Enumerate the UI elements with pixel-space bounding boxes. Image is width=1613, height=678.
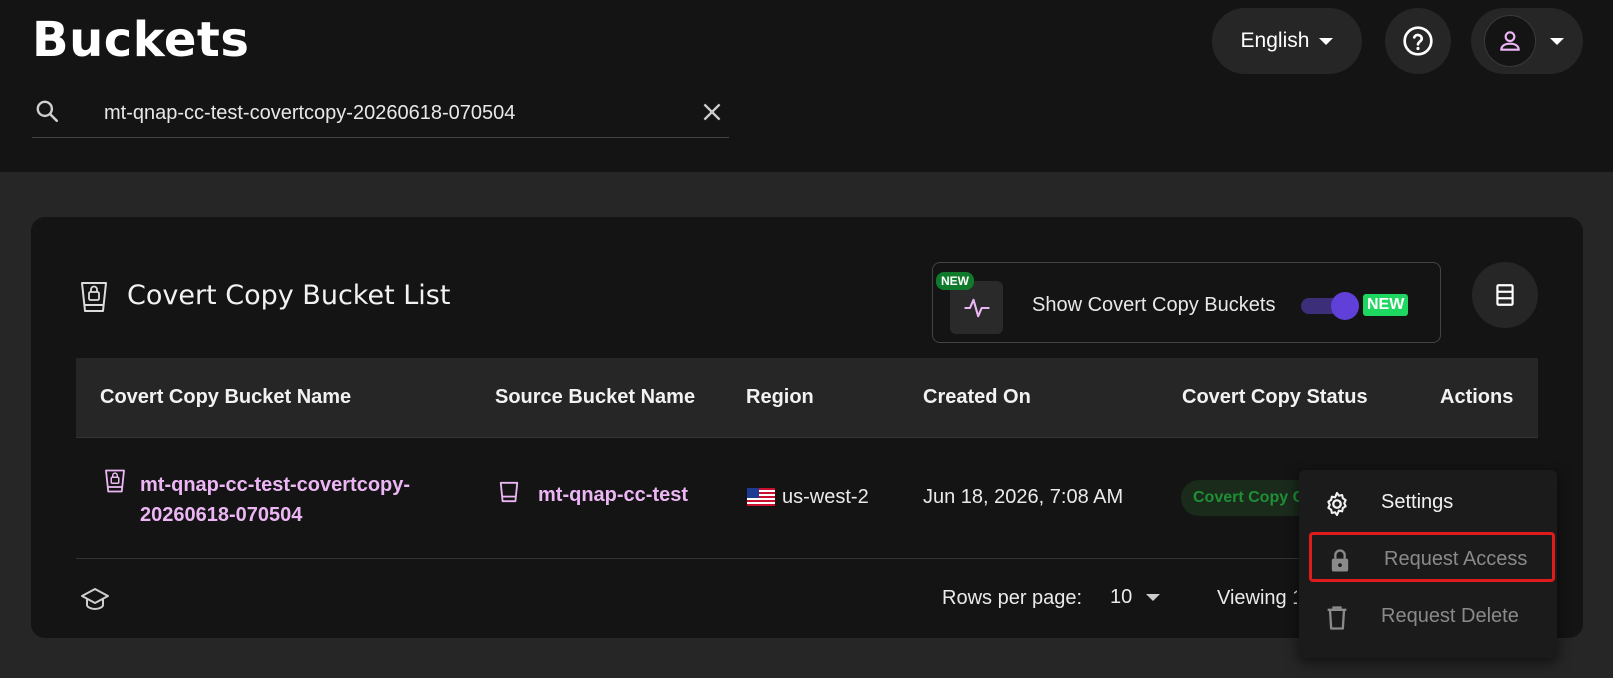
column-header[interactable]: Source Bucket Name [495,386,695,409]
user-menu-button[interactable] [1471,8,1583,74]
bucket-icon [499,481,519,503]
help-circle-icon [1403,26,1433,56]
new-tag: NEW [1363,294,1409,316]
toggle-label: Show Covert Copy Buckets [1032,294,1276,316]
column-header[interactable]: Region [746,386,814,409]
region-cell: us-west-2 [782,486,869,508]
search-icon [36,100,59,123]
chevron-down-icon [1146,594,1161,601]
gear-icon [1327,491,1347,517]
graduation-cap-icon[interactable] [80,586,110,612]
search-input[interactable]: mt-qnap-cc-test-covertcopy-20260618-0705… [104,102,515,125]
chevron-down-icon [1550,37,1564,45]
lock-icon [1331,549,1349,572]
rows-per-page-label: Rows per page: [942,587,1083,609]
covert-copy-toggle-panel: NEW Show Covert Copy Buckets NEW [932,262,1441,343]
columns-icon [1496,284,1514,306]
locked-bucket-icon [81,282,107,312]
menu-item-request-access[interactable]: Request Access [1309,532,1555,582]
chevron-down-icon [1319,37,1334,45]
table-header: Covert Copy Bucket Name Source Bucket Na… [76,358,1538,438]
search-bar[interactable]: mt-qnap-cc-test-covertcopy-20260618-0705… [32,88,729,138]
menu-item-label: Request Delete [1381,605,1519,627]
trash-icon [1327,606,1347,630]
page-title: Buckets [32,12,250,68]
us-flag-icon [747,488,775,506]
column-header[interactable]: Created On [923,386,1031,409]
column-header[interactable]: Covert Copy Status [1182,386,1368,409]
language-selector[interactable]: English [1212,8,1362,74]
rows-per-page-select[interactable]: 10 [1110,586,1161,609]
locked-bucket-icon [105,469,125,493]
language-label: English [1240,29,1310,52]
rows-per-page-value: 10 [1110,586,1133,608]
user-icon [1500,31,1520,51]
menu-item-request-delete[interactable]: Request Delete [1299,592,1557,642]
column-header[interactable]: Covert Copy Bucket Name [100,386,351,409]
help-button[interactable] [1385,8,1451,74]
created-on-cell: Jun 18, 2026, 7:08 AM [923,486,1124,508]
column-header: Actions [1440,386,1514,408]
card-title: Covert Copy Bucket List [127,280,451,311]
columns-button[interactable] [1472,262,1538,328]
menu-item-settings[interactable]: Settings [1299,478,1557,528]
actions-menu: Settings Request Access Request Delete [1299,470,1557,658]
menu-item-label: Settings [1381,491,1454,513]
pagination-status: Viewing 1-1 of 1 [1217,587,1297,609]
source-bucket-link[interactable]: mt-qnap-cc-test [538,484,688,507]
new-badge: NEW [936,272,974,290]
close-icon[interactable] [699,99,725,125]
avatar [1484,15,1536,67]
bucket-name-line-1: mt-qnap-cc-test-covertcopy- [140,474,411,496]
activity-icon [963,298,990,317]
menu-item-label: Request Access [1384,548,1528,570]
switch-knob [1331,292,1359,320]
bucket-name-line-2: 20260618-070504 [140,504,303,526]
show-covert-copy-switch[interactable] [1301,292,1359,320]
covert-copy-bucket-link[interactable]: mt-qnap-cc-test-covertcopy- 20260618-070… [140,470,410,530]
